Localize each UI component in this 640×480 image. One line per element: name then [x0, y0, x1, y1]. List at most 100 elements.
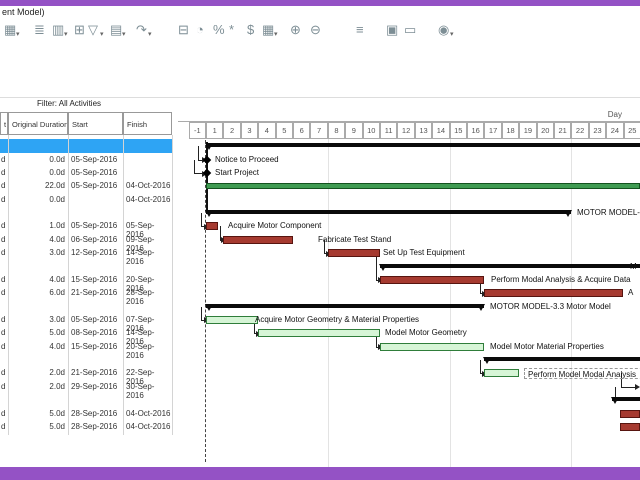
cost-icon[interactable]: $ — [247, 22, 254, 38]
cell-activity-id: d — [1, 221, 7, 230]
table-row[interactable]: d0.0d05-Sep-2016 — [0, 166, 172, 179]
day-cell-11[interactable]: 11 — [380, 122, 397, 139]
zoom-out-icon[interactable]: ⊖ — [310, 22, 321, 38]
table-row[interactable]: d4.0d15-Sep-201620-Sep-2016 — [0, 340, 172, 353]
table-row[interactable]: d2.0d21-Sep-201622-Sep-2016 — [0, 366, 172, 379]
spreadsheet-icon[interactable]: ⊟ — [178, 22, 189, 38]
day-cell--1[interactable]: -1 — [189, 122, 206, 139]
filter-icon-caret[interactable]: ▾ — [100, 30, 104, 38]
table-row[interactable]: d6.0d21-Sep-201628-Sep-2016 — [0, 286, 172, 299]
table-row[interactable] — [0, 353, 172, 366]
open-activities-icon[interactable]: ▦ — [4, 22, 16, 38]
progress-icon[interactable]: % — [213, 22, 225, 38]
bar-label: A — [628, 288, 633, 297]
column-header-finish[interactable]: Finish — [123, 112, 172, 135]
day-cell-14[interactable]: 14 — [432, 122, 449, 139]
day-cell-8[interactable]: 8 — [328, 122, 345, 139]
table-row[interactable]: d1.0d05-Sep-201605-Sep-2016 — [0, 219, 172, 232]
notebook-icon[interactable]: ▭ — [404, 22, 416, 38]
schedule-icon[interactable]: ◔ — [196, 22, 204, 38]
summary-bar[interactable] — [206, 210, 571, 214]
table-row[interactable] — [0, 393, 172, 406]
day-cell-5[interactable]: 5 — [276, 122, 293, 139]
day-cell-7[interactable]: 7 — [310, 122, 327, 139]
day-cell-25[interactable]: 25 — [624, 122, 640, 139]
task-bar[interactable] — [206, 222, 218, 230]
column-header-original-duration[interactable]: Original Duration — [8, 112, 68, 135]
day-cell-13[interactable]: 13 — [415, 122, 432, 139]
summary-bar[interactable] — [484, 357, 640, 361]
task-bar[interactable] — [223, 236, 293, 244]
split-view-icon[interactable]: ≡ — [356, 22, 364, 38]
task-bar[interactable] — [328, 249, 380, 257]
column-header-t[interactable]: t — [0, 112, 8, 135]
table-row[interactable]: d0.0d05-Sep-2016 — [0, 153, 172, 166]
summary-bar[interactable] — [612, 397, 640, 401]
day-cell-6[interactable]: 6 — [293, 122, 310, 139]
day-cell-15[interactable]: 15 — [450, 122, 467, 139]
day-cell-9[interactable]: 9 — [345, 122, 362, 139]
table-row[interactable] — [0, 260, 172, 273]
table-row[interactable]: d4.0d15-Sep-201620-Sep-2016 — [0, 273, 172, 286]
table-row[interactable]: d22.0d05-Sep-201604-Oct-2016 — [0, 179, 172, 192]
day-cell-1[interactable]: 1 — [206, 122, 223, 139]
project-bar[interactable] — [206, 183, 640, 189]
day-cell-2[interactable]: 2 — [223, 122, 240, 139]
day-cell-23[interactable]: 23 — [589, 122, 606, 139]
day-cell-3[interactable]: 3 — [241, 122, 258, 139]
task-bar[interactable] — [206, 316, 258, 324]
resources-view-icon[interactable]: ▦ — [262, 22, 274, 38]
column-header-start[interactable]: Start — [68, 112, 123, 135]
day-cell-4[interactable]: 4 — [258, 122, 275, 139]
table-row[interactable]: d5.0d28-Sep-201604-Oct-2016 — [0, 407, 172, 420]
help-icon[interactable]: ◉ — [438, 22, 449, 38]
table-row[interactable]: d2.0d29-Sep-201630-Sep-2016 — [0, 380, 172, 393]
table-row[interactable]: d3.0d05-Sep-201607-Sep-2016 — [0, 313, 172, 326]
open-activities-icon-caret[interactable]: ▾ — [16, 30, 20, 38]
day-cell-21[interactable]: 21 — [554, 122, 571, 139]
day-cell-17[interactable]: 17 — [484, 122, 501, 139]
task-bar[interactable] — [484, 289, 623, 297]
columns-icon[interactable]: ▥ — [52, 22, 64, 38]
task-bar[interactable] — [484, 369, 519, 377]
day-cell-24[interactable]: 24 — [606, 122, 623, 139]
level-resources-icon[interactable]: * — [229, 22, 234, 38]
task-bar[interactable] — [620, 410, 640, 418]
task-bar[interactable] — [380, 343, 484, 351]
summary-bar[interactable] — [206, 304, 484, 308]
table-row[interactable] — [0, 139, 172, 152]
day-cell-10[interactable]: 10 — [363, 122, 380, 139]
group-sort-icon-caret[interactable]: ▾ — [122, 30, 126, 38]
layout-rows-icon[interactable]: ≣ — [34, 22, 45, 38]
timescale-icon[interactable]: ⊞ — [74, 22, 85, 38]
day-cell-22[interactable]: 22 — [571, 122, 588, 139]
task-bar[interactable] — [258, 329, 380, 337]
zoom-in-icon[interactable]: ⊕ — [290, 22, 301, 38]
day-cell-12[interactable]: 12 — [397, 122, 414, 139]
group-sort-icon[interactable]: ▤ — [110, 22, 122, 38]
help-icon-caret[interactable]: ▾ — [450, 30, 454, 38]
day-cell-18[interactable]: 18 — [502, 122, 519, 139]
cell-start: 28-Sep-2016 — [71, 422, 121, 431]
summary-bar[interactable] — [380, 264, 640, 268]
day-cell-20[interactable]: 20 — [537, 122, 554, 139]
day-cell-19[interactable]: 19 — [519, 122, 536, 139]
task-bar[interactable] — [620, 423, 640, 431]
reschedule-icon[interactable]: ↷ — [136, 22, 147, 38]
table-row[interactable]: d4.0d06-Sep-201609-Sep-2016 — [0, 233, 172, 246]
table-row[interactable] — [0, 206, 172, 219]
task-bar[interactable] — [380, 276, 484, 284]
resources-view-icon-caret[interactable]: ▾ — [274, 30, 278, 38]
day-cell-16[interactable]: 16 — [467, 122, 484, 139]
table-row[interactable]: d5.0d28-Sep-201604-Oct-2016 — [0, 420, 172, 433]
table-row[interactable]: d5.0d08-Sep-201614-Sep-2016 — [0, 326, 172, 339]
relationship-line — [194, 160, 195, 173]
table-row[interactable]: d0.0d04-Oct-2016 — [0, 193, 172, 206]
details-icon[interactable]: ▣ — [386, 22, 398, 38]
filter-icon[interactable]: ▽ — [88, 22, 98, 38]
summary-bar[interactable] — [206, 143, 640, 147]
reschedule-icon-caret[interactable]: ▾ — [148, 30, 152, 38]
columns-icon-caret[interactable]: ▾ — [64, 30, 68, 38]
table-row[interactable]: d3.0d12-Sep-201614-Sep-2016 — [0, 246, 172, 259]
table-row[interactable] — [0, 300, 172, 313]
